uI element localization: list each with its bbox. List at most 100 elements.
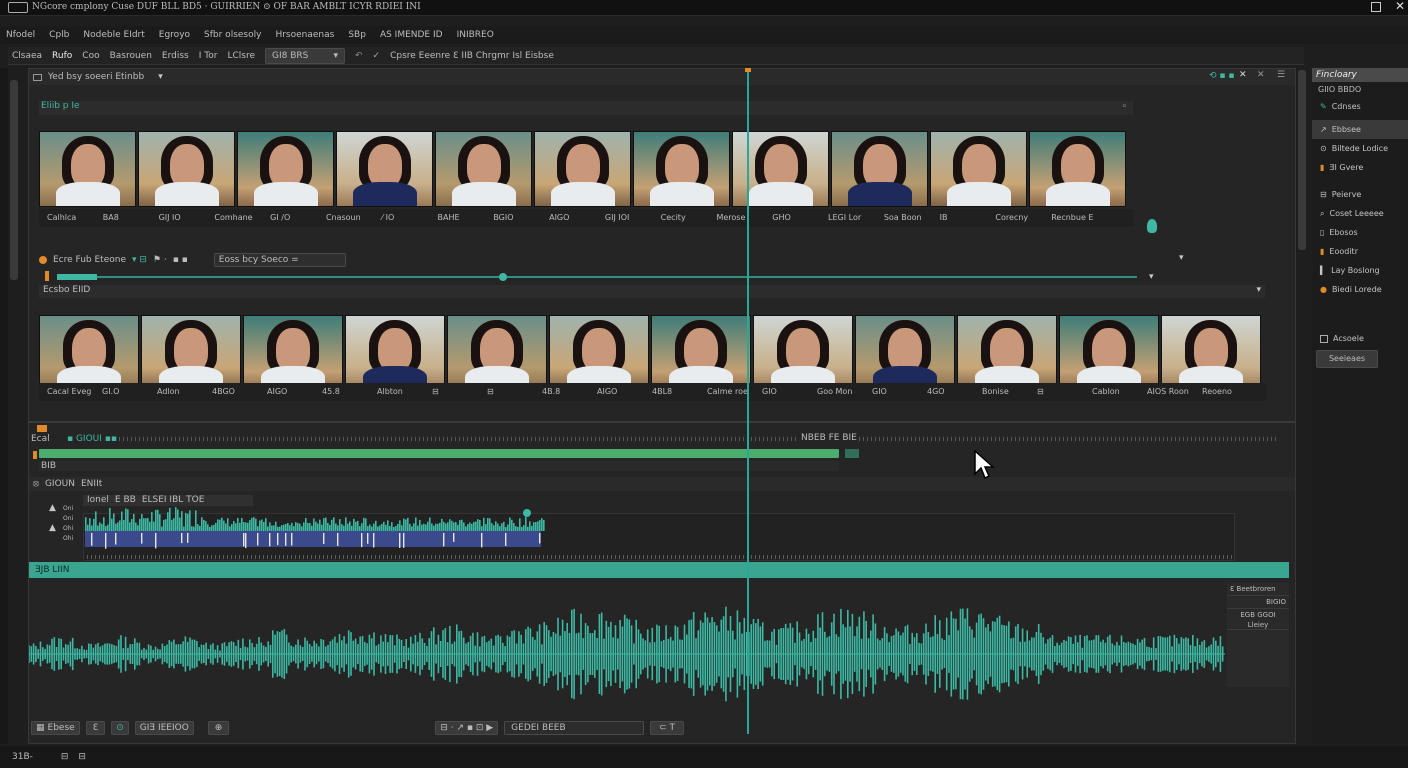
toolbar-item[interactable]: Coo [82, 51, 99, 61]
video-thumbnail[interactable] [1029, 131, 1126, 207]
clip-end-handle[interactable] [845, 449, 859, 458]
waveform-peak [141, 533, 143, 544]
timeline-ruler[interactable] [119, 437, 1279, 441]
audio-side-item[interactable]: BIGIO [1227, 596, 1289, 609]
close-button[interactable]: ✕ [1395, 0, 1405, 13]
effect-item[interactable]: ⊟ Peierve [1312, 185, 1408, 204]
timecode-display[interactable]: GEDEI BEEB [504, 721, 645, 735]
toolbar-item[interactable]: Erdiss [162, 51, 189, 61]
apply-button[interactable]: Seeieaes [1316, 350, 1378, 368]
chevron-down-icon[interactable]: ▾ [1256, 285, 1261, 295]
toolbar-item[interactable]: LClsre [227, 51, 255, 61]
video-thumbnail[interactable] [930, 131, 1027, 207]
waveform-sample [285, 523, 287, 531]
play-toggle[interactable]: ▾ ⊟ [132, 255, 147, 265]
option-button[interactable]: Ɛ [85, 721, 106, 735]
scrubber-handle[interactable] [499, 273, 507, 281]
menu-item[interactable]: Sfbr olsesoly [204, 30, 261, 40]
audio-side-item[interactable]: Lleiey [1227, 621, 1289, 630]
video-thumbnail[interactable] [633, 131, 730, 207]
video-clip[interactable] [39, 449, 839, 458]
video-thumbnail[interactable] [957, 315, 1057, 391]
menu-item[interactable]: Cplb [49, 30, 69, 40]
video-thumbnail[interactable] [651, 315, 751, 391]
video-thumbnail[interactable] [345, 315, 445, 391]
close-panel-icon-2[interactable]: ✕ [1257, 70, 1265, 80]
chevron-down-icon[interactable]: ▾ [158, 72, 163, 82]
menu-item[interactable]: Hrsoenaenas [275, 30, 334, 40]
effect-item[interactable]: ▮ Eooditr [1312, 242, 1408, 261]
check-icon[interactable]: ✓ [373, 51, 381, 61]
effect-item[interactable]: ▮ ƎI Gvere [1312, 158, 1408, 177]
jump-control[interactable]: ⊂ T [650, 721, 685, 735]
menu-item[interactable]: INIBREO [457, 30, 494, 40]
marker-pin-icon[interactable] [523, 509, 531, 517]
status-icon[interactable]: ⊟ [78, 752, 86, 762]
video-thumbnail[interactable] [447, 315, 547, 391]
panel-menu-icon[interactable]: ☰ [1277, 70, 1285, 80]
video-thumbnail[interactable] [336, 131, 433, 207]
scrubber-track[interactable] [57, 276, 1137, 278]
status-icon[interactable]: ⊟ [61, 752, 69, 762]
more-icon[interactable]: ▪ ▪ [173, 255, 188, 265]
audio-side-item[interactable]: EGB GGOI [1227, 609, 1289, 621]
panel-scrollbar[interactable] [1298, 70, 1306, 250]
zoom-icon[interactable]: ⊕ [207, 721, 230, 735]
toolbar-item[interactable]: Clsaea [12, 51, 42, 61]
audio-side-item[interactable]: Ɛ Beetbroren [1227, 583, 1289, 596]
video-thumbnail[interactable] [138, 131, 235, 207]
video-thumbnail[interactable] [534, 131, 631, 207]
video-thumbnail[interactable] [855, 315, 955, 391]
toolbar-item[interactable]: Basrouen [110, 51, 152, 61]
video-thumbnail[interactable] [753, 315, 853, 391]
video-thumbnail[interactable] [141, 315, 241, 391]
view-toggle[interactable]: ▦ Ebese [31, 721, 80, 735]
effect-item[interactable]: ▯ Ebosos [1312, 223, 1408, 242]
option-checkbox[interactable]: Acsoele [1312, 329, 1408, 348]
video-thumbnail[interactable] [237, 131, 334, 207]
video-thumbnail[interactable] [435, 131, 532, 207]
mode-label[interactable]: GIƎ IEEIOO [134, 721, 194, 735]
effect-item[interactable]: ⌕ Coset Leeeee [1312, 204, 1408, 223]
menu-item[interactable]: Nfodel [6, 30, 35, 40]
effect-item[interactable]: ● Biedi Lorede [1312, 280, 1408, 299]
audio-waveform-small[interactable] [85, 507, 545, 557]
link-icon[interactable]: ⟲ ▪ ▪ [1209, 71, 1234, 81]
audio-waveform-main[interactable] [29, 599, 1225, 709]
video-thumbnail[interactable] [39, 131, 136, 207]
left-scrollbar[interactable] [10, 80, 18, 280]
video-thumbnail[interactable] [831, 131, 928, 207]
close-panel-icon[interactable]: ✕ [1239, 70, 1247, 80]
menu-item[interactable]: AS IMENDE ID [380, 30, 443, 40]
video-thumbnail[interactable] [549, 315, 649, 391]
chevron-down-icon[interactable]: ▾ [1149, 272, 1154, 282]
menu-item[interactable]: Egroyo [159, 30, 190, 40]
chevron-down-icon[interactable]: ▾ [1179, 253, 1184, 263]
transport-controls[interactable]: ⊟ · ↗ ▪ ⊡ ▶ [435, 721, 499, 735]
effect-item[interactable]: ✎ Cdnses [1312, 97, 1408, 116]
undo-icon[interactable]: ↶ [355, 51, 363, 61]
menu-item[interactable]: SBp [348, 30, 366, 40]
effect-item[interactable]: ⊙ Biltede Lodice [1312, 139, 1408, 158]
toolbar-item[interactable]: Rufo [52, 51, 72, 61]
effect-item[interactable]: ↗ Ebbsee [1312, 120, 1408, 139]
video-thumbnail[interactable] [1161, 315, 1261, 391]
playhead[interactable] [747, 70, 749, 734]
effect-item[interactable]: ▍ Lay Boslong [1312, 261, 1408, 280]
toolbar-item[interactable]: I Tor [199, 51, 218, 61]
search-field[interactable]: Eoss bcy Soeco = [213, 253, 346, 267]
marker-pin-icon[interactable] [1147, 219, 1157, 233]
snap-icon[interactable]: ⊙ [111, 721, 129, 735]
video-thumbnail[interactable] [1059, 315, 1159, 391]
preset-dropdown[interactable]: GI8 BRS ▾ [264, 47, 345, 64]
video-thumbnail[interactable] [243, 315, 343, 391]
playhead-top[interactable] [745, 68, 751, 72]
video-thumbnail[interactable] [39, 315, 139, 391]
waveform-sample [279, 526, 281, 531]
flag-icon[interactable]: ⚑ · [153, 255, 167, 265]
thumbnail-label: GIJ IO [158, 213, 181, 222]
audio-bar[interactable]: ƎJB LIIN [29, 562, 1289, 578]
menu-item[interactable]: Nodeble EIdrt [83, 30, 144, 40]
waveform-sample [327, 522, 329, 531]
maximize-button[interactable] [1371, 2, 1381, 12]
